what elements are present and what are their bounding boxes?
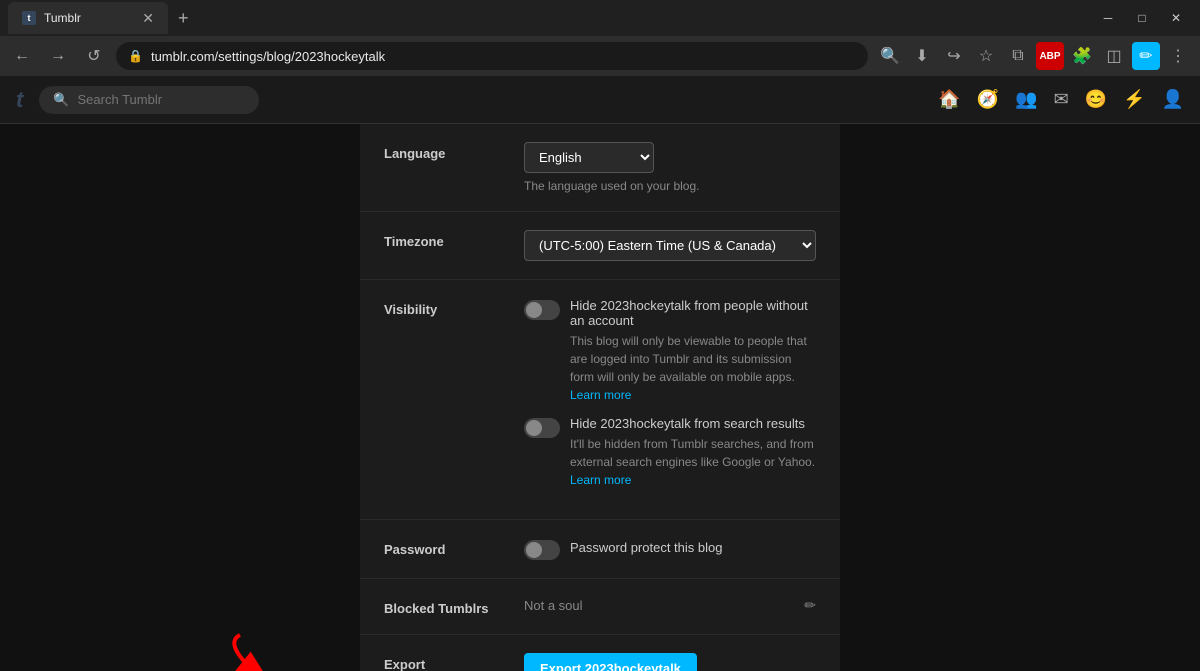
hide-search-content: Hide 2023hockeytalk from search results … (570, 416, 816, 489)
browser-frame: t Tumblr ✕ + ─ □ ✕ ← → ↺ 🔒 tumblr.com/se… (0, 0, 1200, 671)
title-bar: t Tumblr ✕ + ─ □ ✕ (0, 0, 1200, 36)
url-bar[interactable]: 🔒 tumblr.com/settings/blog/2023hockeytal… (116, 42, 868, 70)
visibility-control: Hide 2023hockeytalk from people without … (524, 298, 816, 501)
hide-search-title: Hide 2023hockeytalk from search results (570, 416, 816, 431)
hide-account-desc: This blog will only be viewable to peopl… (570, 332, 816, 404)
menu-icon-btn[interactable]: ⋮ (1164, 42, 1192, 70)
password-toggle-row: Password protect this blog (524, 538, 816, 560)
visibility-row: Visibility Hide 2023hockeytalk from peop… (360, 280, 840, 520)
blocked-edit-icon[interactable]: ✏ (804, 597, 816, 614)
timezone-row: Timezone (UTC-5:00) Eastern Time (US & C… (360, 212, 840, 280)
forward-button[interactable]: → (44, 42, 72, 70)
window-controls: ─ □ ✕ (1092, 2, 1192, 34)
maximize-button[interactable]: □ (1126, 2, 1158, 34)
tab-close-button[interactable]: ✕ (142, 11, 154, 25)
hide-search-toggle[interactable] (524, 418, 560, 438)
lock-icon: 🔒 (128, 49, 143, 63)
export-label: Export (384, 653, 524, 671)
timezone-dropdown[interactable]: (UTC-5:00) Eastern Time (US & Canada) (U… (524, 230, 816, 261)
timezone-control: (UTC-5:00) Eastern Time (US & Canada) (U… (524, 230, 816, 261)
search-input[interactable] (78, 92, 246, 107)
blocked-control: Not a soul ✏ (524, 597, 816, 614)
timezone-label: Timezone (384, 230, 524, 249)
visibility-label: Visibility (384, 298, 524, 317)
home-nav-icon[interactable]: 🏠 (938, 89, 960, 110)
new-tab-button[interactable]: + (172, 6, 195, 31)
hide-search-toggle-row: Hide 2023hockeytalk from search results … (524, 416, 816, 489)
puzzle-icon-btn[interactable]: 🧩 (1068, 42, 1096, 70)
community-nav-icon[interactable]: 👥 (1015, 89, 1037, 110)
mail-nav-icon[interactable]: ✉ (1054, 89, 1069, 110)
url-text: tumblr.com/settings/blog/2023hockeytalk (151, 49, 385, 64)
nav-actions: 🏠 🧭 👥 ✉ 😊 ⚡ 👤 (938, 89, 1184, 110)
hide-account-toggle[interactable] (524, 300, 560, 320)
star-icon-btn[interactable]: ☆ (972, 42, 1000, 70)
password-label: Password (384, 538, 524, 557)
edit-icon-btn[interactable]: ✏ (1132, 42, 1160, 70)
password-control: Password protect this blog (524, 538, 816, 560)
hide-account-learn-more[interactable]: Learn more (570, 388, 631, 402)
hide-account-title: Hide 2023hockeytalk from people without … (570, 298, 816, 328)
export-button[interactable]: Export 2023hockeytalk (524, 653, 697, 671)
settings-panel: Language English Español Français Deutsc… (360, 124, 840, 671)
share-icon-btn[interactable]: ↪ (940, 42, 968, 70)
back-button[interactable]: ← (8, 42, 36, 70)
download-icon-btn[interactable]: ⬇ (908, 42, 936, 70)
search-icon-btn[interactable]: 🔍 (876, 42, 904, 70)
language-control: English Español Français Deutsch 日本語 The… (524, 142, 816, 193)
minimize-button[interactable]: ─ (1092, 2, 1124, 34)
activity-nav-icon[interactable]: ⚡ (1123, 89, 1145, 110)
tumblr-logo: t (16, 87, 23, 113)
app-nav: t 🔍 🏠 🧭 👥 ✉ 😊 ⚡ 👤 (0, 76, 1200, 124)
export-row: Export Export 2023hockeytalk Delete 2023… (360, 635, 840, 671)
language-label: Language (384, 142, 524, 161)
language-dropdown[interactable]: English Español Français Deutsch 日本語 (524, 142, 654, 173)
hide-search-desc: It'll be hidden from Tumblr searches, an… (570, 435, 816, 489)
search-bar-container[interactable]: 🔍 (39, 86, 259, 114)
password-toggle[interactable] (524, 540, 560, 560)
export-control: Export 2023hockeytalk Delete 2023hockeyt… (524, 653, 816, 671)
password-row: Password Password protect this blog (360, 520, 840, 579)
hide-search-learn-more[interactable]: Learn more (570, 473, 631, 487)
red-arrow (210, 625, 360, 671)
sidebar-icon-btn[interactable]: ◫ (1100, 42, 1128, 70)
tab-favicon: t (22, 11, 36, 25)
search-bar-icon: 🔍 (53, 92, 69, 108)
language-helper: The language used on your blog. (524, 179, 816, 193)
refresh-button[interactable]: ↺ (80, 42, 108, 70)
hide-account-content: Hide 2023hockeytalk from people without … (570, 298, 816, 404)
content-area: Language English Español Français Deutsc… (0, 124, 1200, 671)
close-button[interactable]: ✕ (1160, 2, 1192, 34)
address-bar: ← → ↺ 🔒 tumblr.com/settings/blog/2023hoc… (0, 36, 1200, 76)
extensions-icon-btn[interactable]: ⧉ (1004, 42, 1032, 70)
hide-account-toggle-row: Hide 2023hockeytalk from people without … (524, 298, 816, 404)
explore-nav-icon[interactable]: 🧭 (977, 89, 999, 110)
password-toggle-label: Password protect this blog (570, 540, 722, 555)
abp-icon-btn[interactable]: ABP (1036, 42, 1064, 70)
account-nav-icon[interactable]: 😊 (1085, 89, 1107, 110)
browser-tab[interactable]: t Tumblr ✕ (8, 2, 168, 34)
tab-title: Tumblr (44, 11, 134, 25)
profile-nav-icon[interactable]: 👤 (1162, 89, 1184, 110)
blocked-row: Blocked Tumblrs Not a soul ✏ (360, 579, 840, 635)
blocked-value: Not a soul (524, 598, 583, 613)
language-row: Language English Español Français Deutsc… (360, 124, 840, 212)
blocked-label: Blocked Tumblrs (384, 597, 524, 616)
toolbar-icons: 🔍 ⬇ ↪ ☆ ⧉ ABP 🧩 ◫ ✏ ⋮ (876, 42, 1192, 70)
